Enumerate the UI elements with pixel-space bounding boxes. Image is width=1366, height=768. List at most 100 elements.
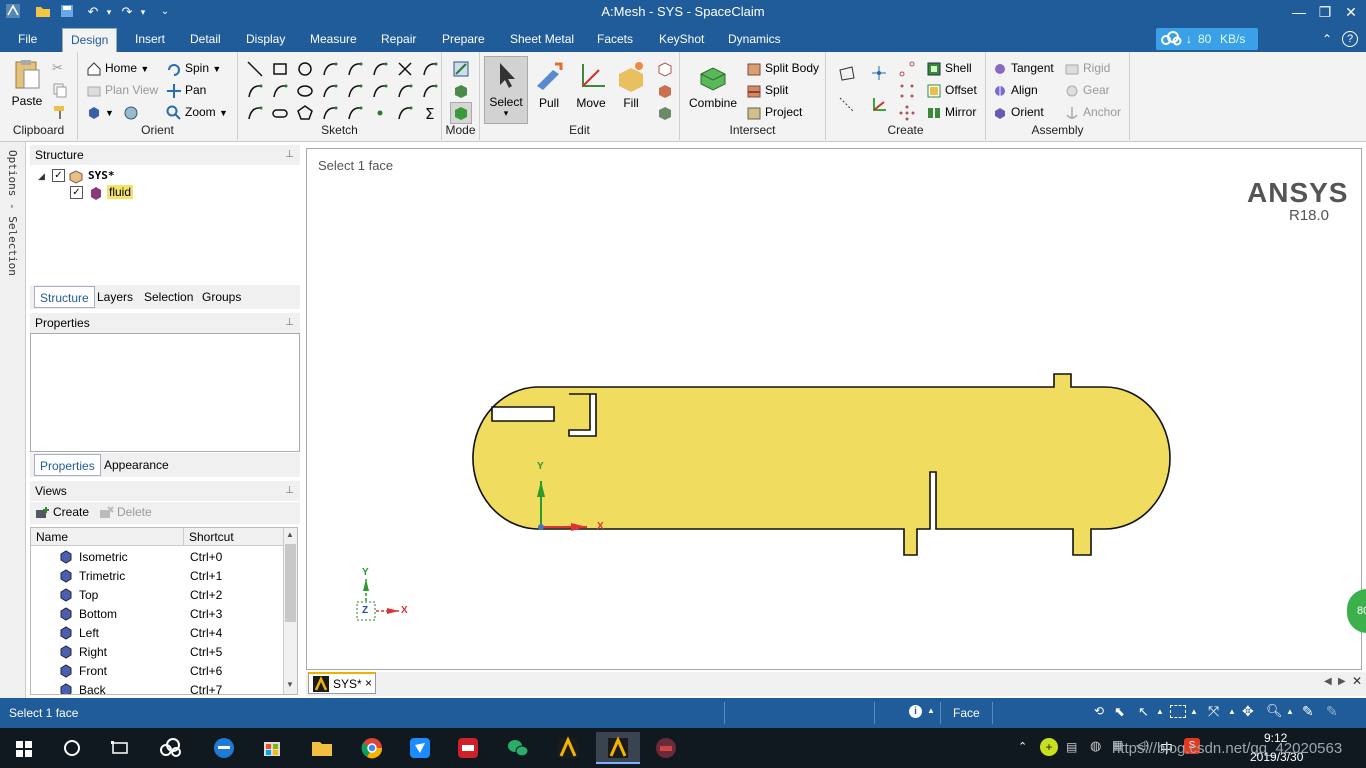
face-curve-icon[interactable] [346, 104, 364, 122]
col-shortcut-header[interactable]: Shortcut [184, 528, 283, 546]
tray-expand-icon[interactable]: ⌃ [1018, 740, 1027, 753]
tab-keyshot[interactable]: KeyShot [651, 30, 712, 52]
slot-icon[interactable] [271, 104, 289, 122]
project-button[interactable]: Project [746, 102, 802, 122]
tab-detail[interactable]: Detail [182, 30, 229, 52]
delete-view-button[interactable]: Delete [98, 502, 152, 522]
three-point-arc-icon[interactable] [321, 82, 339, 100]
sketch-mode-icon[interactable] [452, 60, 470, 78]
edge-browser-icon[interactable] [208, 732, 240, 764]
gear-button[interactable]: Gear [1064, 80, 1110, 100]
offset-button[interactable]: Offset [926, 80, 977, 100]
dingtalk-icon[interactable] [404, 732, 436, 764]
split-body-button[interactable]: Split Body [746, 58, 819, 78]
perspective-icon[interactable] [122, 104, 140, 122]
view-row[interactable]: Right Ctrl+5 [31, 643, 283, 662]
pointer-dropdown-icon[interactable]: ▲ [1156, 707, 1164, 716]
tray-app-icon[interactable]: + [1040, 738, 1058, 756]
view-cube-button[interactable]: ▼ [86, 102, 114, 122]
doc-tab-close-icon[interactable]: × [365, 676, 372, 690]
view-row[interactable]: Isometric Ctrl+0 [31, 548, 283, 567]
create-view-button[interactable]: Create [34, 502, 89, 522]
axis-icon[interactable] [838, 96, 856, 114]
clock-date[interactable]: 2019/3/30 [1250, 750, 1303, 764]
tab-properties[interactable]: Properties [34, 454, 101, 476]
scroll-thumb[interactable] [285, 544, 296, 622]
chrome-icon[interactable] [356, 732, 388, 764]
coordinate-system-icon[interactable] [870, 96, 888, 114]
network-speed-badge[interactable]: ↓ 80 KB/s [1156, 28, 1258, 50]
format-painter-icon[interactable] [52, 104, 70, 122]
options-selection-strip[interactable]: Options - Selection [0, 142, 26, 698]
view-row[interactable]: Left Ctrl+4 [31, 624, 283, 643]
file-explorer-icon[interactable] [306, 732, 338, 764]
file-menu[interactable]: File [10, 30, 45, 52]
spaceclaim-active-taskbar-icon[interactable] [596, 732, 640, 764]
tab-scroll-right-icon[interactable]: ▶ [1338, 676, 1346, 687]
tab-prepare[interactable]: Prepare [434, 30, 493, 52]
pointer-icon[interactable]: ↖ [1138, 704, 1149, 720]
orient-assembly-button[interactable]: Orient [992, 102, 1044, 122]
arc-tangent-icon[interactable] [371, 60, 389, 78]
copy-icon[interactable] [52, 82, 70, 100]
cut-icon[interactable]: ✂ [52, 60, 70, 78]
point-grid-icon[interactable] [898, 82, 916, 100]
tab-facets[interactable]: Facets [589, 30, 641, 52]
shell-button[interactable]: Shell [926, 58, 972, 78]
view-row[interactable]: Bottom Ctrl+3 [31, 605, 283, 624]
tab-appearance[interactable]: Appearance [99, 454, 174, 476]
tree-child-label[interactable]: fluid [107, 185, 134, 199]
view-row[interactable]: Back Ctrl+7 [31, 681, 283, 694]
section-mode-icon[interactable] [452, 82, 470, 100]
views-scrollbar[interactable]: ▲ ▼ [283, 528, 297, 694]
3d-mode-icon[interactable] [450, 102, 472, 124]
align-button[interactable]: Align [992, 80, 1038, 100]
fill-button[interactable]: Fill [610, 58, 652, 120]
tree-root-label[interactable]: SYS* [88, 169, 115, 182]
ellipse-icon[interactable] [296, 82, 314, 100]
arc-sweep-icon[interactable] [321, 60, 339, 78]
tab-scroll-left-icon[interactable]: ◀ [1324, 676, 1332, 687]
tray-wechat-icon[interactable]: ◍ [1090, 738, 1101, 754]
3d-viewport[interactable]: Select 1 face ANSYS R18.0 Y X Y X Z 80 [306, 148, 1366, 670]
pan-status-icon[interactable]: ✥ [1242, 703, 1254, 720]
polygon-icon[interactable] [296, 104, 314, 122]
selection-filter-mode[interactable]: Face [953, 706, 980, 720]
media-app-icon[interactable] [650, 732, 682, 764]
doc-tab-sys[interactable]: SYS* × [308, 672, 376, 694]
three-point-rectangle-icon[interactable] [271, 82, 289, 100]
tree-expand-icon[interactable]: ◢ [38, 171, 45, 182]
view-row[interactable]: Front Ctrl+6 [31, 662, 283, 681]
trim-icon[interactable] [396, 60, 414, 78]
view-row[interactable]: Trimetric Ctrl+1 [31, 567, 283, 586]
paste-button[interactable]: Paste [6, 56, 48, 118]
collapse-ribbon-icon[interactable]: ⌃ [1314, 30, 1340, 52]
origin-icon[interactable] [870, 64, 888, 82]
tab-display[interactable]: Display [238, 30, 293, 52]
tray-keyboard-icon[interactable]: ▤ [1066, 740, 1077, 754]
point-icon[interactable] [898, 60, 916, 78]
wechat-icon[interactable] [502, 732, 534, 764]
windows-start-icon[interactable] [8, 732, 40, 764]
tab-measure[interactable]: Measure [302, 30, 365, 52]
select-button[interactable]: Select ▾ [484, 56, 528, 124]
scroll-down-icon[interactable]: ▼ [286, 680, 294, 689]
box-select-icon[interactable] [1170, 705, 1186, 718]
blend-icon[interactable] [656, 60, 674, 78]
move-button[interactable]: Move [570, 58, 612, 120]
sys-checkbox[interactable]: ✓ [52, 169, 65, 182]
tab-structure[interactable]: Structure [34, 286, 95, 308]
info-icon[interactable]: i [909, 705, 922, 718]
combine-button[interactable]: Combine [688, 58, 738, 120]
tweak-face-icon[interactable] [656, 82, 674, 100]
col-name-header[interactable]: Name [31, 528, 184, 546]
point-array-icon[interactable] [898, 104, 916, 122]
store-icon[interactable] [256, 732, 288, 764]
point-sketch-icon[interactable] [371, 104, 389, 122]
youdao-icon[interactable] [452, 732, 484, 764]
view-row[interactable]: Top Ctrl+2 [31, 586, 283, 605]
spin-select-icon[interactable]: ⟲ [1094, 704, 1104, 718]
search-icon[interactable] [56, 732, 88, 764]
task-view-icon[interactable] [104, 732, 136, 764]
fillet-icon[interactable] [371, 82, 389, 100]
